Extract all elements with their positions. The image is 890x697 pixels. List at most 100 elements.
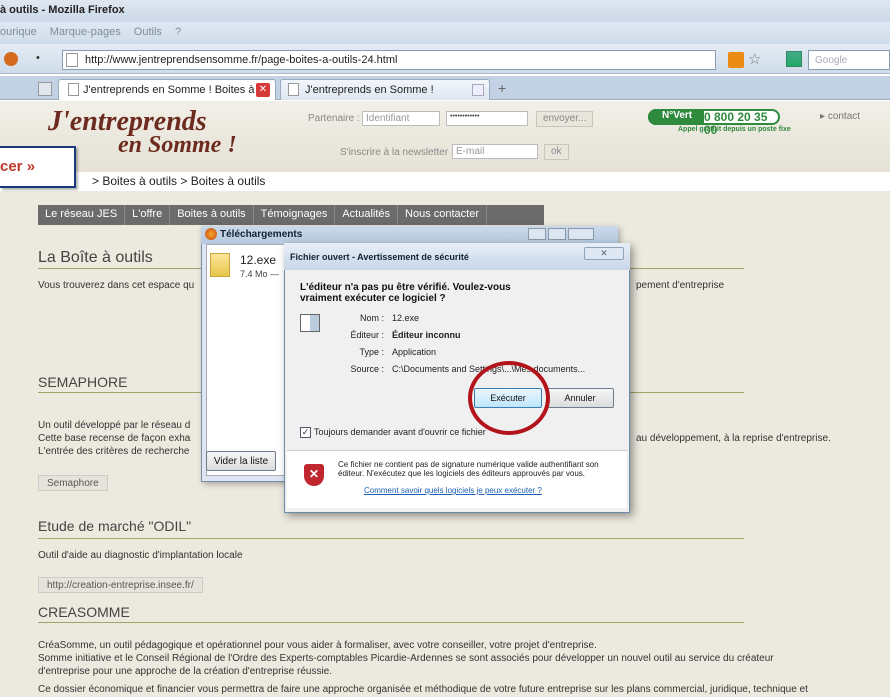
tab-list-icon[interactable] bbox=[38, 82, 52, 96]
close-icon[interactable] bbox=[568, 228, 594, 240]
always-ask-checkbox[interactable]: ✓ bbox=[300, 427, 311, 438]
downloads-title: Téléchargements bbox=[220, 229, 303, 240]
type-value: Application bbox=[392, 347, 437, 357]
nav-temoignages[interactable]: Témoignages bbox=[254, 205, 336, 225]
contact-link[interactable]: ▸ contact bbox=[820, 111, 860, 122]
publisher-label: Éditeur : bbox=[350, 330, 384, 340]
tab-boites-a-outils[interactable]: J'entreprends en Somme ! Boites à ... bbox=[58, 79, 276, 100]
highlight-circle bbox=[468, 361, 550, 435]
annotation-callout: cer » bbox=[0, 146, 76, 188]
site-logo-line2[interactable]: en Somme ! bbox=[118, 132, 237, 159]
download-size: 7.4 Mo — bbox=[240, 269, 280, 279]
page-title: La Boîte à outils bbox=[38, 249, 153, 266]
odil-link-button[interactable]: http://creation-entreprise.insee.fr/ bbox=[38, 577, 203, 593]
nav-contact[interactable]: Nous contacter bbox=[398, 205, 488, 225]
nav-boites[interactable]: Boites à outils bbox=[170, 205, 254, 225]
window-title: à outils - Mozilla Firefox bbox=[0, 4, 125, 16]
name-value: 12.exe bbox=[392, 313, 420, 323]
green-number-text: N°Vert bbox=[662, 110, 693, 121]
tab-close-icon[interactable] bbox=[472, 84, 484, 96]
section-title-odil: Etude de marché "ODIL" bbox=[38, 518, 192, 534]
section-title-creasomme: CREASOMME bbox=[38, 604, 130, 620]
application-icon bbox=[300, 314, 320, 332]
section-title-semaphore: SEMAPHORE bbox=[38, 374, 128, 390]
tab-label: J'entreprends en Somme ! bbox=[305, 84, 434, 96]
login-id-input[interactable]: Identifiant bbox=[362, 111, 440, 126]
intro-text-left: Vous trouverez dans cet espace qu bbox=[38, 280, 195, 291]
page-icon bbox=[66, 53, 78, 67]
clear-list-button[interactable]: Vider la liste bbox=[206, 451, 276, 471]
crea-text-3: d'entreprise pour une approche de la cré… bbox=[38, 666, 332, 677]
always-ask-label: Toujours demander avant d'ouvrir ce fich… bbox=[314, 427, 486, 437]
semaphore-text-3: L'entrée des critères de recherche bbox=[38, 446, 190, 457]
nav-reseau[interactable]: Le réseau JES bbox=[38, 205, 126, 225]
new-tab-icon[interactable]: + bbox=[498, 80, 506, 96]
crea-text-1: CréaSomme, un outil pédagogique et opéra… bbox=[38, 640, 597, 651]
password-input[interactable]: •••••••••••• bbox=[446, 111, 528, 126]
window-title-bar: à outils - Mozilla Firefox bbox=[0, 0, 890, 22]
contact-text: contact bbox=[827, 111, 861, 122]
green-number-badge: N°Vert bbox=[648, 109, 704, 125]
divider bbox=[38, 622, 744, 623]
tab-page-icon bbox=[288, 83, 299, 96]
dialog-title: Fichier ouvert - Avertissement de sécuri… bbox=[290, 252, 469, 262]
nav-actualites[interactable]: Actualités bbox=[335, 205, 399, 225]
cancel-button[interactable]: Annuler bbox=[546, 388, 614, 408]
home-icon[interactable] bbox=[4, 52, 18, 66]
menu-bar: ourique Marque-pages Outils ? bbox=[0, 22, 890, 44]
menu-item-help[interactable]: ? bbox=[175, 26, 181, 38]
url-text: http://www.jentreprendsensomme.fr/page-b… bbox=[85, 54, 398, 66]
dialog-warning-panel bbox=[287, 450, 627, 508]
crea-text-2: Somme initiative et le Conseil Régional … bbox=[38, 653, 774, 664]
semaphore-text-2-right: au développement, à la reprise d'entrepr… bbox=[636, 433, 831, 444]
newsletter-ok-button[interactable]: ok bbox=[544, 144, 569, 160]
semaphore-text-2: Cette base recense de façon exha bbox=[38, 433, 191, 444]
intro-text-right: pement d'entreprise bbox=[636, 280, 725, 291]
dialog-title-bar: Fichier ouvert - Avertissement de sécuri… bbox=[284, 243, 630, 270]
file-icon bbox=[210, 253, 230, 277]
url-bar[interactable]: http://www.jentreprendsensomme.fr/page-b… bbox=[62, 50, 716, 70]
tab-close-icon[interactable]: ✕ bbox=[256, 83, 270, 97]
minimize-icon[interactable] bbox=[528, 228, 546, 240]
id-placeholder: Identifiant bbox=[366, 113, 410, 124]
menu-item-bookmarks[interactable]: Marque-pages bbox=[50, 26, 121, 38]
semaphore-button[interactable]: Semaphore bbox=[38, 475, 108, 491]
firefox-icon bbox=[205, 228, 217, 240]
divider bbox=[38, 538, 744, 539]
partner-label: Partenaire : bbox=[308, 113, 360, 124]
tab-jentreprends[interactable]: J'entreprends en Somme ! bbox=[280, 79, 490, 100]
tab-label: J'entreprends en Somme ! Boites à ... bbox=[83, 84, 267, 96]
dropdown-arrow-icon[interactable]: • bbox=[36, 52, 40, 64]
dialog-close-icon[interactable]: ✕ bbox=[584, 247, 624, 260]
shield-warning-icon: ✕ bbox=[304, 464, 324, 486]
search-input[interactable]: Google bbox=[808, 50, 890, 70]
type-label: Type : bbox=[359, 347, 384, 357]
download-filename[interactable]: 12.exe bbox=[240, 253, 276, 267]
name-label: Nom : bbox=[359, 313, 384, 323]
tab-page-icon bbox=[68, 83, 79, 96]
login-send-button[interactable]: envoyer... bbox=[536, 111, 594, 127]
nav-offre[interactable]: L'offre bbox=[125, 205, 171, 225]
bookmark-star-icon[interactable]: ☆ bbox=[748, 50, 761, 68]
crea-text-4: Ce dossier économique et financier vous … bbox=[38, 684, 808, 695]
odil-text: Outil d'aide au diagnostic d'implantatio… bbox=[38, 550, 243, 561]
dialog-question: L'éditeur n'a pas pu être vérifié. Voule… bbox=[300, 282, 511, 304]
menu-item-history[interactable]: ourique bbox=[0, 26, 37, 38]
breadcrumb: > Boites à outils > Boites à outils bbox=[0, 172, 890, 191]
email-placeholder: E-mail bbox=[456, 146, 485, 157]
semaphore-text-1: Un outil développé par le réseau d bbox=[38, 420, 191, 431]
search-engine-icon[interactable] bbox=[786, 51, 802, 67]
help-link[interactable]: Comment savoir quels logiciels je peux e… bbox=[364, 486, 542, 495]
password-mask: •••••••••••• bbox=[450, 113, 480, 120]
menu-item-tools[interactable]: Outils bbox=[134, 26, 162, 38]
newsletter-label: S'inscrire à la newsletter : bbox=[340, 147, 454, 158]
phone-subtitle: Appel gratuit depuis un poste fixe bbox=[678, 126, 791, 133]
search-placeholder: Google bbox=[815, 55, 848, 66]
rss-icon[interactable] bbox=[728, 52, 744, 68]
publisher-value: Éditeur inconnu bbox=[392, 330, 461, 340]
source-label: Source : bbox=[350, 364, 384, 374]
window-controls bbox=[528, 228, 596, 241]
newsletter-email-input[interactable]: E-mail bbox=[452, 144, 538, 159]
site-nav: Le réseau JES L'offre Boites à outils Té… bbox=[38, 205, 544, 225]
maximize-icon[interactable] bbox=[548, 228, 566, 240]
